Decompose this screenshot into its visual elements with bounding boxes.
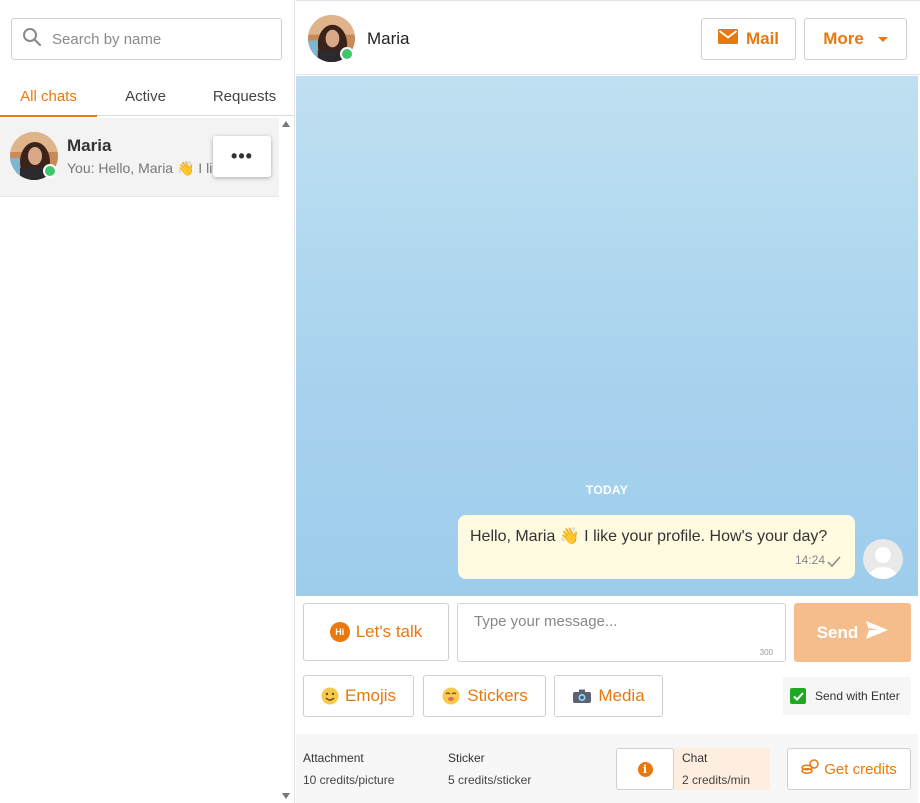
chat-header: Maria Mail More <box>296 0 920 75</box>
message-text: Hello, Maria 👋 I like your profile. How'… <box>470 528 828 545</box>
message-bubble: Hello, Maria 👋 I like your profile. How'… <box>458 515 855 579</box>
send-with-enter-label: Send with Enter <box>815 689 900 703</box>
chat-item-preview: You: Hello, Maria 👋 I like your profile <box>67 160 217 176</box>
tab-all-chats[interactable]: All chats <box>0 76 97 117</box>
scroll-down-arrow-icon[interactable] <box>282 793 290 799</box>
attachment-label: Attachment <box>303 751 364 765</box>
get-credits-button[interactable]: Get credits <box>787 748 911 790</box>
emojis-button[interactable]: Emojis <box>303 675 414 717</box>
envelope-icon <box>717 29 746 49</box>
send-with-enter-toggle[interactable]: Send with Enter <box>783 677 911 715</box>
message-time: 14:24 <box>794 553 825 567</box>
send-arrow-icon <box>858 621 889 644</box>
online-status-dot <box>43 164 57 178</box>
stickers-label: Stickers <box>467 686 528 705</box>
get-credits-label: Get credits <box>824 760 897 778</box>
conversation-area: TODAY Hello, Maria 👋 I like your profile… <box>296 76 918 596</box>
sticker-icon <box>441 687 461 705</box>
send-button-label: Send <box>816 622 859 642</box>
mail-button[interactable]: Mail <box>701 18 796 60</box>
date-divider: TODAY <box>585 483 629 497</box>
chat-list-item[interactable]: Maria You: Hello, Maria 👋 I like your pr… <box>0 118 279 197</box>
info-icon: i <box>637 761 653 777</box>
send-button[interactable]: Send <box>794 603 911 662</box>
contact-name[interactable]: Maria <box>367 29 410 49</box>
pricing-info-button[interactable]: i <box>616 748 674 790</box>
lets-talk-button[interactable]: Hi Let's talk <box>303 603 449 661</box>
message-input[interactable] <box>458 604 785 661</box>
more-button-label: More <box>823 29 864 48</box>
chat-list-panel: All chats Active Requests Maria You: Hel… <box>0 0 295 803</box>
emojis-label: Emojis <box>344 686 396 705</box>
stickers-button[interactable]: Stickers <box>423 675 546 717</box>
caret-down-icon <box>877 36 888 42</box>
chat-item-name: Maria <box>67 136 112 155</box>
search-icon <box>22 27 42 52</box>
search-box[interactable] <box>11 18 282 60</box>
mail-button-label: Mail <box>745 29 780 48</box>
hi-chat-icon: Hi <box>329 622 350 642</box>
message-composer: Hi Let's talk 300 Send Emojis Stickers M… <box>296 596 918 734</box>
char-limit: 300 <box>759 648 773 657</box>
media-button[interactable]: Media <box>554 675 663 717</box>
camera-icon <box>572 688 592 704</box>
chat-label: Chat <box>682 751 708 765</box>
smiley-icon <box>321 687 339 705</box>
more-dropdown-button[interactable]: More <box>804 18 907 60</box>
sticker-label: Sticker <box>448 751 485 765</box>
pricing-footer: Attachment 10 credits/picture Sticker 5 … <box>296 734 918 803</box>
attachment-price: 10 credits/picture <box>303 773 395 787</box>
chat-tabs: All chats Active Requests <box>0 76 295 117</box>
lets-talk-label: Let's talk <box>355 622 423 641</box>
chat-item-menu-button[interactable]: ••• <box>213 136 271 177</box>
tab-requests[interactable]: Requests <box>194 76 295 116</box>
sticker-price: 5 credits/sticker <box>448 773 532 787</box>
tab-active[interactable]: Active <box>97 76 194 116</box>
checkbox-checked-icon[interactable] <box>790 688 806 704</box>
scroll-up-arrow-icon[interactable] <box>282 121 290 127</box>
user-avatar-placeholder <box>863 539 903 579</box>
checkmark-icon <box>827 554 841 572</box>
chat-price: 2 credits/min <box>682 773 751 787</box>
message-input-box[interactable]: 300 <box>457 603 786 662</box>
coins-icon <box>801 759 824 779</box>
media-label: Media <box>598 686 645 705</box>
online-status-dot <box>340 47 354 61</box>
search-input[interactable] <box>52 30 272 48</box>
chat-rate-box: Chat 2 credits/min <box>674 748 770 790</box>
